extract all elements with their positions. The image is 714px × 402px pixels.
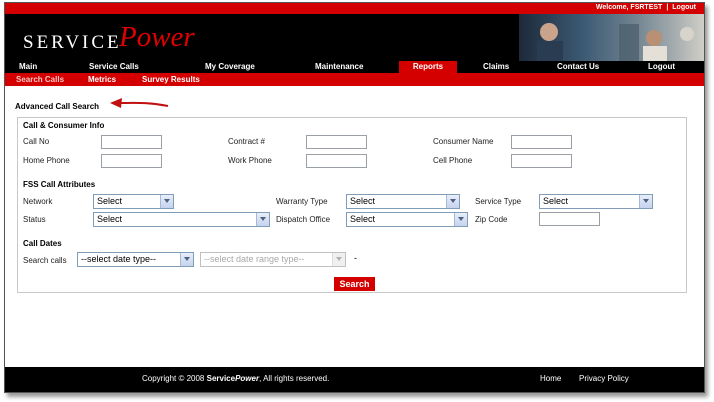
welcome-text: Welcome, FSRTEST (595, 4, 663, 11)
status-label: Status (23, 215, 46, 224)
subnav-survey-results[interactable]: Survey Results (142, 75, 200, 84)
dispatch-office-label: Dispatch Office (276, 215, 331, 224)
welcome-bar: Welcome, FSRTEST | Logout (594, 4, 698, 11)
service-type-select-value: Select (543, 196, 569, 206)
call-no-input[interactable] (101, 135, 162, 149)
brand-banner: SERVICE Power (5, 14, 704, 61)
home-phone-input[interactable] (101, 154, 162, 168)
footer-privacy-link[interactable]: Privacy Policy (579, 374, 629, 383)
fss-section-title: FSS Call Attributes (23, 180, 96, 189)
nav-maintenance[interactable]: Maintenance (315, 62, 363, 71)
app-window: Welcome, FSRTEST | Logout SERVICE Power Ma… (4, 2, 705, 393)
copyright-suffix: , All rights reserved. (259, 374, 330, 383)
arrow-annotation-icon (110, 98, 169, 108)
copyright-prefix: Copyright © 2008 (142, 374, 205, 383)
zip-code-input[interactable] (539, 212, 600, 226)
header-logout-link[interactable]: Logout (672, 4, 696, 11)
contract-input[interactable] (306, 135, 367, 149)
nav-my-coverage[interactable]: My Coverage (205, 62, 255, 71)
search-calls-label: Search calls (23, 256, 67, 265)
sub-nav: Search Calls Metrics Survey Results (5, 73, 704, 86)
chevron-down-icon[interactable] (446, 195, 459, 208)
warranty-type-select-value: Select (350, 196, 376, 206)
network-label: Network (23, 197, 53, 206)
top-strip: Welcome, FSRTEST | Logout (5, 3, 704, 14)
contract-label: Contract # (228, 137, 265, 146)
nav-service-calls[interactable]: Service Calls (89, 62, 139, 71)
copyright-text: Copyright © 2008 ServicePower, All right… (142, 374, 329, 383)
nav-contact-us[interactable]: Contact Us (557, 62, 599, 71)
status-select[interactable]: Select (93, 212, 270, 227)
chevron-down-icon[interactable] (639, 195, 652, 208)
search-form: Call & Consumer Info Call No Contract # … (17, 117, 687, 293)
chevron-down-icon[interactable] (160, 195, 173, 208)
network-select[interactable]: Select (93, 194, 174, 209)
dispatch-office-select-value: Select (350, 214, 376, 224)
network-select-value: Select (97, 196, 123, 206)
welcome-separator: | (666, 4, 669, 11)
dates-section-title: Call Dates (23, 239, 62, 248)
work-phone-label: Work Phone (228, 156, 272, 165)
zip-code-label: Zip Code (475, 215, 508, 224)
cell-phone-input[interactable] (511, 154, 572, 168)
subnav-search-calls[interactable]: Search Calls (16, 75, 64, 84)
date-range-dash: - (354, 253, 357, 263)
chevron-down-icon[interactable] (454, 213, 467, 226)
footer-home-link[interactable]: Home (540, 374, 561, 383)
warranty-type-select[interactable]: Select (346, 194, 460, 209)
date-type-select-value: --select date type-- (81, 254, 157, 264)
chevron-down-icon (332, 253, 345, 266)
logo-power-text: Power (119, 21, 195, 53)
footer-brand-power: Power (235, 374, 260, 383)
call-no-label: Call No (23, 137, 50, 146)
nav-reports[interactable]: Reports (399, 61, 457, 73)
page-title: Advanced Call Search (15, 102, 100, 111)
date-range-select-value: --select date range type-- (204, 254, 305, 264)
chevron-down-icon[interactable] (180, 253, 193, 266)
dispatch-office-select[interactable]: Select (346, 212, 468, 227)
search-button[interactable]: Search (334, 277, 375, 291)
home-phone-label: Home Phone (23, 156, 70, 165)
consumer-name-input[interactable] (511, 135, 572, 149)
service-type-select[interactable]: Select (539, 194, 653, 209)
warranty-type-label: Warranty Type (276, 197, 328, 206)
cell-phone-label: Cell Phone (433, 156, 473, 165)
work-phone-input[interactable] (306, 154, 367, 168)
service-type-label: Service Type (475, 197, 522, 206)
logo-service-text: SERVICE (23, 32, 122, 53)
chevron-down-icon[interactable] (256, 213, 269, 226)
main-nav: Main Service Calls My Coverage Maintenan… (5, 61, 704, 73)
status-select-value: Select (97, 214, 123, 224)
footer-brand-service: Service (206, 374, 236, 383)
nav-claims[interactable]: Claims (483, 62, 509, 71)
nav-main[interactable]: Main (19, 62, 37, 71)
footer: Copyright © 2008 ServicePower, All right… (5, 367, 704, 392)
date-range-select: --select date range type-- (200, 252, 346, 267)
nav-logout[interactable]: Logout (648, 62, 675, 71)
consumer-section-title: Call & Consumer Info (23, 121, 105, 130)
date-type-select[interactable]: --select date type-- (77, 252, 194, 267)
subnav-metrics[interactable]: Metrics (88, 75, 116, 84)
consumer-name-label: Consumer Name (433, 137, 494, 146)
banner-photo (519, 14, 704, 61)
